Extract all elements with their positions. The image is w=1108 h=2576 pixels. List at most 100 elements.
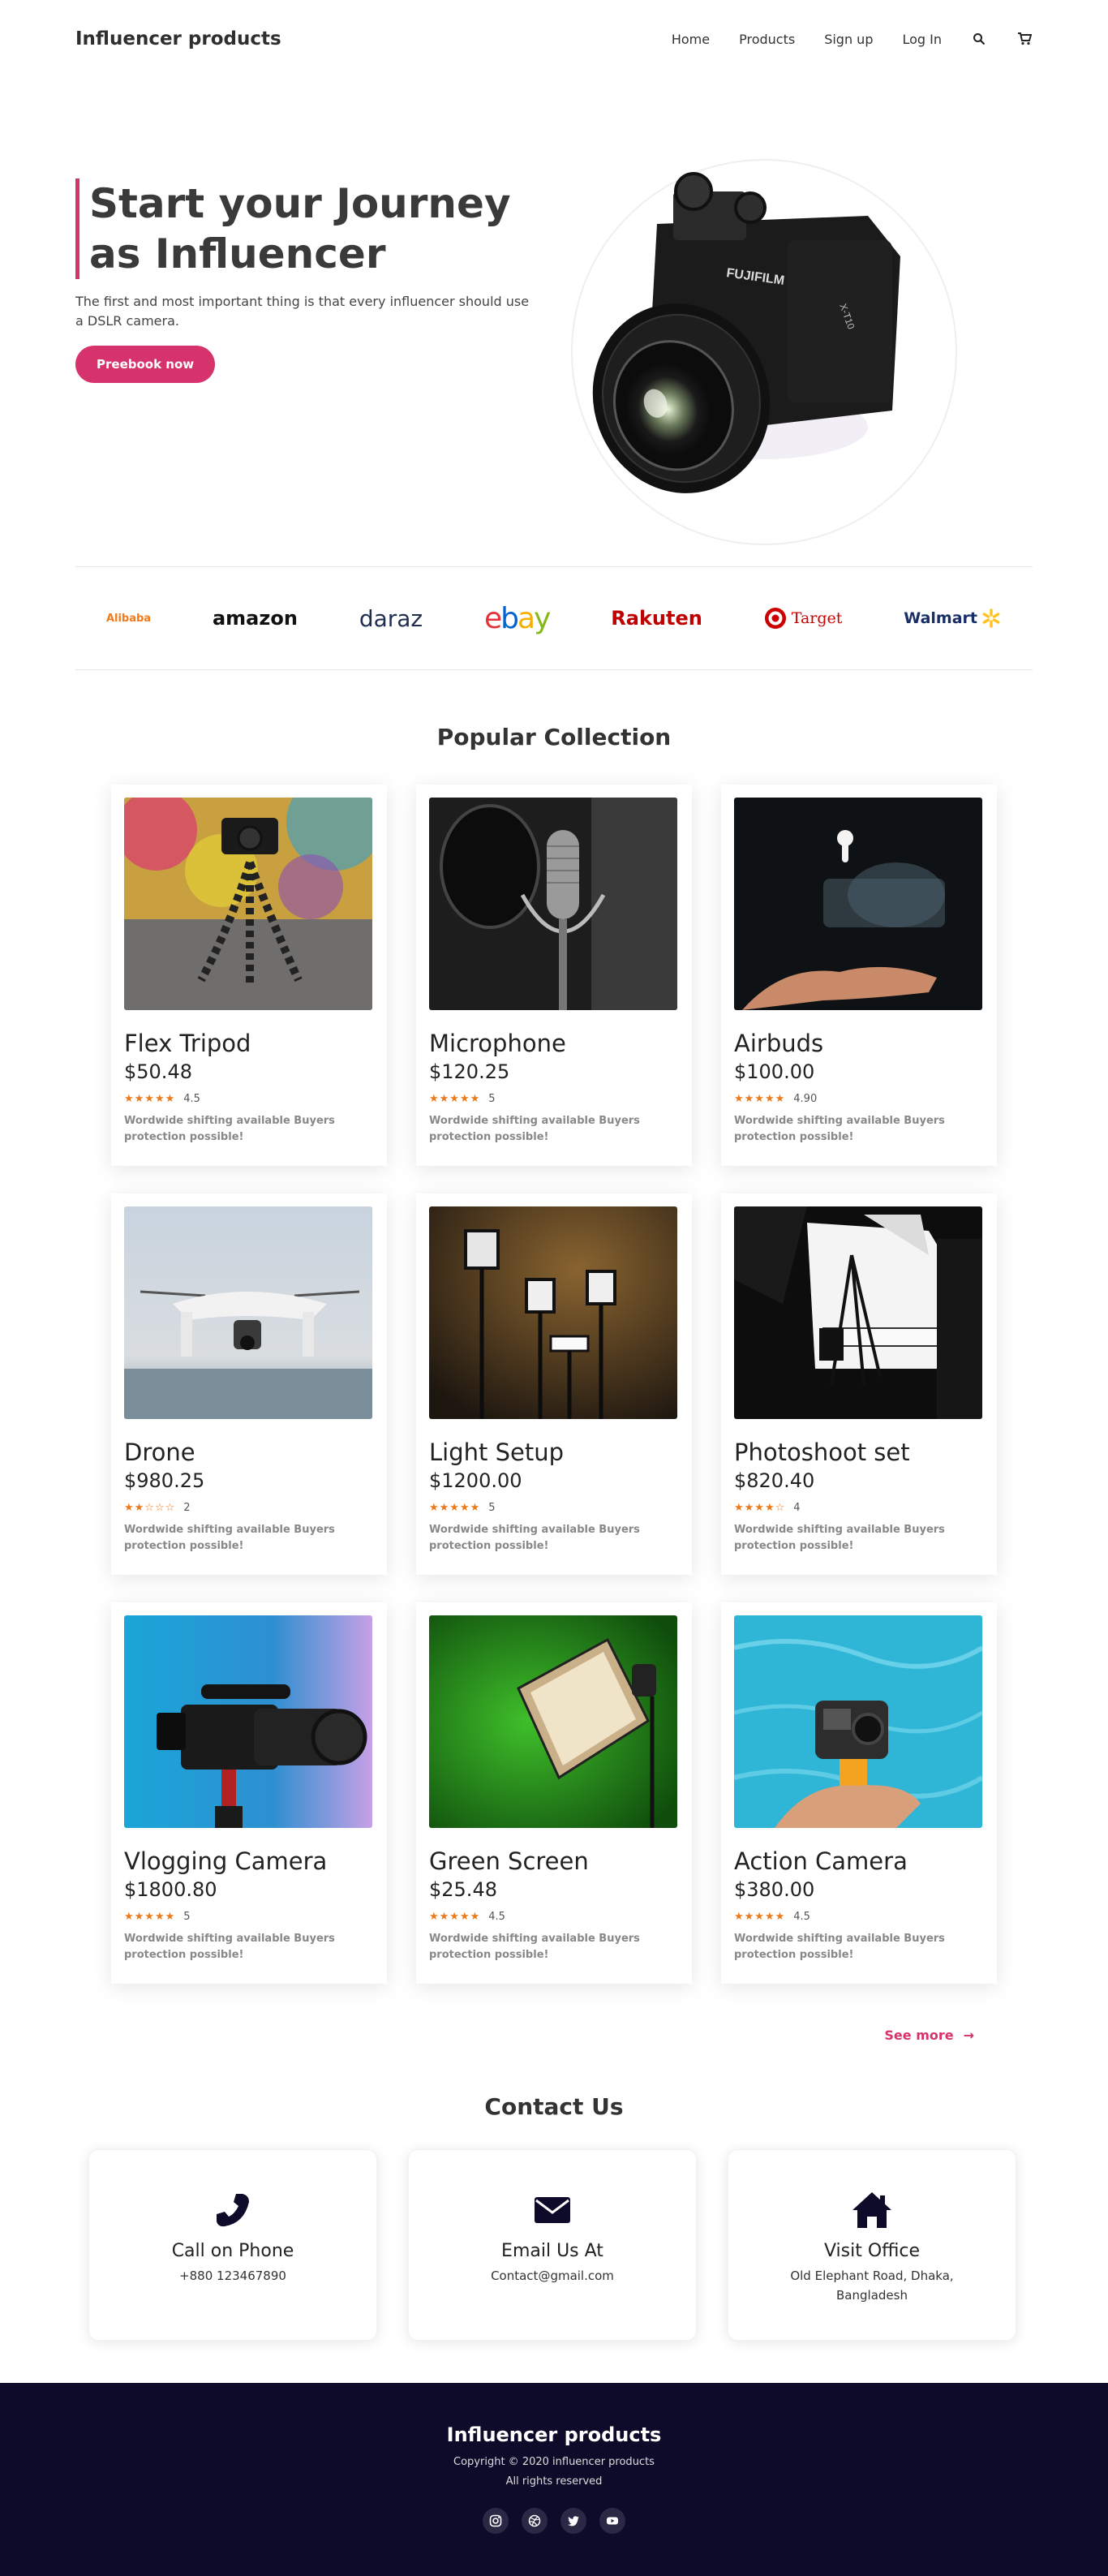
star-rating-icons: ★★★★★ (429, 1093, 481, 1105)
contact-cards: Call on Phone +880 123467890 Email Us At… (88, 2149, 1020, 2341)
product-description: Wordwide shifting available Buyers prote… (734, 1933, 945, 1961)
product-price: $120.25 (429, 1060, 510, 1083)
rating-value: 2 (183, 1502, 191, 1514)
product-rating: ★★☆☆☆ 2 (124, 1502, 374, 1514)
twitter-icon[interactable] (560, 2508, 586, 2534)
airbuds-image (734, 798, 982, 1010)
product-card[interactable]: Drone $980.25 ★★☆☆☆ 2 Wordwide shifting … (111, 1193, 387, 1575)
contact-title: Contact Us (484, 2093, 624, 2120)
product-rating: ★★★★★ 4.90 (734, 1093, 984, 1105)
product-card[interactable]: Photoshoot set $820.40 ★★★★☆ 4 Wordwide … (721, 1193, 997, 1575)
rakuten-logo[interactable]: Rakuten (611, 607, 702, 630)
vlogging-camera-image (124, 1615, 372, 1828)
contact-card-phone[interactable]: Call on Phone +880 123467890 (88, 2149, 377, 2341)
contact-card-email[interactable]: Email Us At Contact@gmail.com (408, 2149, 697, 2341)
alibaba-logo[interactable]: Alibaba (106, 613, 151, 625)
hero-subtitle: The first and most important thing is th… (75, 294, 530, 329)
product-description: Wordwide shifting available Buyers prote… (124, 1524, 335, 1552)
collection-title: Popular Collection (436, 724, 672, 750)
rating-value: 5 (488, 1093, 496, 1105)
see-more-label: See more (884, 2028, 954, 2043)
star-rating-icons: ★★☆☆☆ (124, 1502, 176, 1514)
instagram-icon[interactable] (483, 2508, 509, 2534)
contact-card-text: +880 123467890 (179, 2269, 286, 2283)
contact-card-text: Contact@gmail.com (491, 2269, 614, 2283)
star-rating-icons: ★★★★★ (124, 1911, 176, 1923)
product-grid: Flex Tripod $50.48 ★★★★★ 4.5 Wordwide sh… (111, 785, 997, 1984)
contact-card-office[interactable]: Visit Office Old Elephant Road, Dhaka, B… (728, 2149, 1016, 2341)
home-icon (852, 2192, 891, 2228)
star-rating-icons: ★★★★☆ (734, 1502, 786, 1514)
see-more-link[interactable]: See more → (111, 2028, 997, 2043)
ebay-logo[interactable]: ebay (484, 602, 551, 635)
hero-section: Start your Journey as Influencer The fir… (0, 78, 1108, 545)
product-description: Wordwide shifting available Buyers prote… (429, 1933, 640, 1961)
hero-title-line1: Start your Journey (89, 180, 511, 227)
product-card[interactable]: Vlogging Camera $1800.80 ★★★★★ 5 Wordwid… (111, 1602, 387, 1984)
contact-card-text: Old Elephant Road, Dhaka, Bangladesh (790, 2269, 954, 2303)
product-card[interactable]: Light Setup $1200.00 ★★★★★ 5 Wordwide sh… (416, 1193, 692, 1575)
hero-title-line2: as Influencer (89, 230, 386, 277)
contact-card-title: Call on Phone (171, 2241, 294, 2261)
envelope-icon (535, 2197, 570, 2223)
product-card[interactable]: Microphone $120.25 ★★★★★ 5 Wordwide shif… (416, 785, 692, 1166)
arrow-right-icon: → (963, 2028, 974, 2043)
footer-brand: Influencer products (446, 2423, 662, 2446)
product-name: Green Screen (429, 1847, 589, 1875)
cart-icon[interactable] (1016, 31, 1033, 47)
rating-value: 5 (488, 1502, 496, 1514)
dribbble-icon[interactable] (522, 2508, 548, 2534)
product-card[interactable]: Action Camera $380.00 ★★★★★ 4.5 Wordwide… (721, 1602, 997, 1984)
product-name: Photoshoot set (734, 1439, 910, 1466)
action-camera-image (734, 1615, 982, 1828)
star-rating-icons: ★★★★★ (429, 1502, 481, 1514)
green-screen-image (429, 1615, 677, 1828)
rating-value: 4 (793, 1502, 801, 1514)
contact-card-title: Visit Office (823, 2241, 921, 2261)
daraz-logo[interactable]: daraz (359, 605, 423, 632)
product-rating: ★★★★★ 5 (429, 1502, 679, 1514)
product-price: $25.48 (429, 1878, 497, 1901)
walmart-logo-text: Walmart (904, 609, 977, 627)
product-price: $50.48 (124, 1060, 192, 1083)
amazon-logo[interactable]: amazon (213, 607, 298, 630)
dslr-camera-image: FUJIFILM X-T10 (592, 172, 900, 493)
search-icon[interactable] (971, 31, 987, 47)
drone-image (124, 1206, 372, 1419)
nav-link-products[interactable]: Products (739, 32, 795, 47)
rating-value: 4.5 (488, 1911, 505, 1923)
product-price: $820.40 (734, 1469, 815, 1492)
product-rating: ★★★★★ 5 (429, 1093, 679, 1105)
star-rating-icons: ★★★★★ (429, 1911, 481, 1923)
walmart-logo[interactable]: Walmart (904, 608, 1002, 629)
microphone-image (429, 798, 677, 1010)
rating-value: 4.5 (793, 1911, 810, 1923)
brand-logos-strip: Alibaba amazon daraz ebay Rakuten Target… (75, 566, 1033, 670)
rating-value: 4.90 (793, 1093, 818, 1105)
product-price: $100.00 (734, 1060, 815, 1083)
nav-link-home[interactable]: Home (672, 32, 710, 47)
youtube-icon[interactable] (599, 2508, 625, 2534)
product-description: Wordwide shifting available Buyers prote… (124, 1115, 335, 1143)
hero-text: Start your Journey as Influencer The fir… (75, 178, 538, 383)
photoshoot-set-image (734, 1206, 982, 1419)
product-description: Wordwide shifting available Buyers prote… (734, 1524, 945, 1552)
target-logo[interactable]: Target (764, 607, 842, 630)
copyright-text: Copyright © 2020 influencer products (453, 2456, 655, 2468)
hero-title: Start your Journey as Influencer (75, 178, 538, 279)
site-footer: Influencer products Copyright © 2020 inf… (0, 2383, 1108, 2576)
product-card[interactable]: Green Screen $25.48 ★★★★★ 4.5 Wordwide s… (416, 1602, 692, 1984)
prebook-button[interactable]: Preebook now (75, 346, 216, 383)
product-card[interactable]: Flex Tripod $50.48 ★★★★★ 4.5 Wordwide sh… (111, 785, 387, 1166)
target-bullseye-icon (764, 608, 786, 629)
site-brand[interactable]: Influencer products (75, 28, 281, 49)
rights-text: All rights reserved (505, 2475, 603, 2488)
product-description: Wordwide shifting available Buyers prote… (734, 1115, 945, 1143)
product-description: Wordwide shifting available Buyers prote… (124, 1933, 335, 1961)
light-setup-image (429, 1206, 677, 1419)
nav-link-login[interactable]: Log In (902, 32, 942, 47)
product-card[interactable]: Airbuds $100.00 ★★★★★ 4.90 Wordwide shif… (721, 785, 997, 1166)
product-name: Vlogging Camera (124, 1847, 328, 1875)
product-price: $1800.80 (124, 1878, 217, 1901)
nav-link-signup[interactable]: Sign up (824, 32, 873, 47)
